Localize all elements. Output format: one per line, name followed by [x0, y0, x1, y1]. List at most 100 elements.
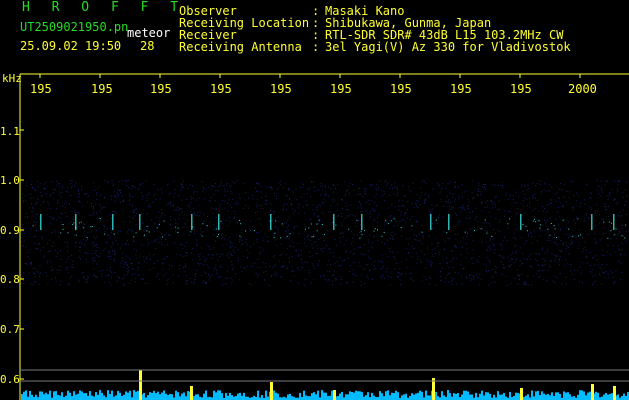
signal-pixel	[438, 216, 439, 218]
signal-pixel	[431, 265, 433, 267]
signal-pixel	[460, 254, 462, 256]
signal-pixel	[73, 185, 75, 187]
signal-pixel	[353, 189, 355, 191]
signal-pixel	[255, 262, 257, 264]
activity-bar	[359, 391, 361, 400]
signal-pixel	[365, 194, 367, 196]
signal-pixel	[469, 212, 471, 214]
signal-pixel	[464, 231, 466, 233]
signal-pixel	[126, 261, 127, 263]
activity-peak	[333, 390, 336, 400]
signal-pixel	[293, 227, 295, 229]
signal-pixel	[509, 194, 511, 196]
signal-pixel	[555, 218, 557, 220]
signal-pixel	[80, 240, 82, 242]
signal-pixel	[268, 241, 269, 242]
signal-pixel	[333, 255, 335, 257]
signal-pixel	[582, 251, 584, 253]
signal-pixel	[129, 200, 130, 202]
signal-pixel	[257, 191, 259, 192]
signal-pixel	[283, 261, 285, 263]
signal-pixel	[227, 277, 229, 279]
signal-pixel	[342, 236, 344, 238]
signal-pixel	[106, 269, 108, 271]
signal-pixel	[132, 205, 133, 207]
signal-pixel	[362, 196, 364, 198]
signal-pixel	[103, 196, 105, 198]
signal-pixel	[424, 201, 425, 203]
signal-pixel	[73, 222, 75, 224]
signal-pixel	[96, 188, 98, 190]
signal-pixel	[434, 247, 436, 249]
signal-pixel	[142, 195, 144, 197]
signal-pixel	[310, 239, 311, 241]
signal-pixel	[524, 258, 525, 260]
signal-pixel	[104, 248, 106, 250]
signal-pixel	[400, 214, 402, 216]
signal-pixel	[40, 204, 42, 206]
signal-band	[21, 180, 628, 286]
signal-pixel	[274, 232, 276, 234]
signal-pixel	[81, 186, 83, 188]
signal-pixel	[279, 237, 281, 239]
signal-pixel	[259, 218, 261, 220]
signal-pixel	[571, 273, 573, 275]
signal-pixel	[453, 278, 455, 280]
signal-pixel	[527, 284, 529, 286]
activity-bar	[441, 391, 443, 400]
signal-pixel	[479, 227, 481, 229]
activity-bar	[81, 391, 83, 400]
signal-pixel	[248, 283, 250, 284]
signal-pixel	[605, 209, 607, 211]
signal-pixel	[231, 245, 233, 247]
signal-pixel	[576, 216, 578, 218]
signal-pixel	[95, 276, 97, 277]
signal-pixel	[208, 279, 210, 281]
signal-pixel	[621, 192, 623, 193]
signal-pixel	[75, 246, 77, 247]
signal-pixel	[47, 282, 49, 284]
signal-pixel	[556, 239, 558, 241]
signal-pixel	[212, 213, 214, 214]
signal-pixel	[604, 184, 606, 186]
signal-pixel	[575, 192, 577, 194]
signal-pixel	[528, 235, 530, 237]
signal-pixel	[53, 218, 55, 220]
signal-pixel	[501, 274, 503, 276]
signal-pixel	[323, 199, 325, 201]
signal-pixel	[506, 284, 508, 286]
activity-bar	[205, 390, 207, 400]
signal-pixel	[252, 262, 254, 264]
signal-pixel	[522, 263, 524, 264]
signal-pixel	[177, 227, 179, 229]
signal-pixel	[608, 221, 610, 223]
signal-pixel	[86, 201, 88, 203]
signal-pixel	[424, 254, 426, 255]
signal-pixel	[186, 198, 188, 200]
signal-pixel	[203, 213, 205, 215]
signal-pixel	[241, 271, 243, 273]
signal-pixel	[297, 282, 299, 284]
signal-pixel	[541, 249, 543, 250]
activity-bar	[541, 391, 543, 400]
signal-pixel	[260, 191, 262, 193]
activity-bar	[147, 395, 149, 400]
signal-pixel	[370, 211, 371, 213]
signal-pixel	[304, 261, 306, 263]
signal-pixel	[529, 197, 531, 199]
signal-pixel	[545, 222, 547, 224]
signal-pixel	[163, 275, 165, 277]
signal-pixel	[26, 213, 28, 214]
signal-pixel	[424, 194, 426, 195]
activity-bar	[83, 393, 85, 400]
signal-pixel	[47, 262, 49, 264]
signal-pixel	[237, 257, 239, 259]
signal-pixel	[198, 197, 200, 199]
signal-pixel	[250, 229, 252, 231]
signal-pixel	[288, 245, 290, 247]
activity-bar	[49, 390, 51, 400]
signal-pixel	[135, 224, 137, 225]
signal-pixel	[318, 189, 319, 191]
signal-pixel	[461, 207, 463, 209]
signal-pixel	[417, 221, 418, 223]
